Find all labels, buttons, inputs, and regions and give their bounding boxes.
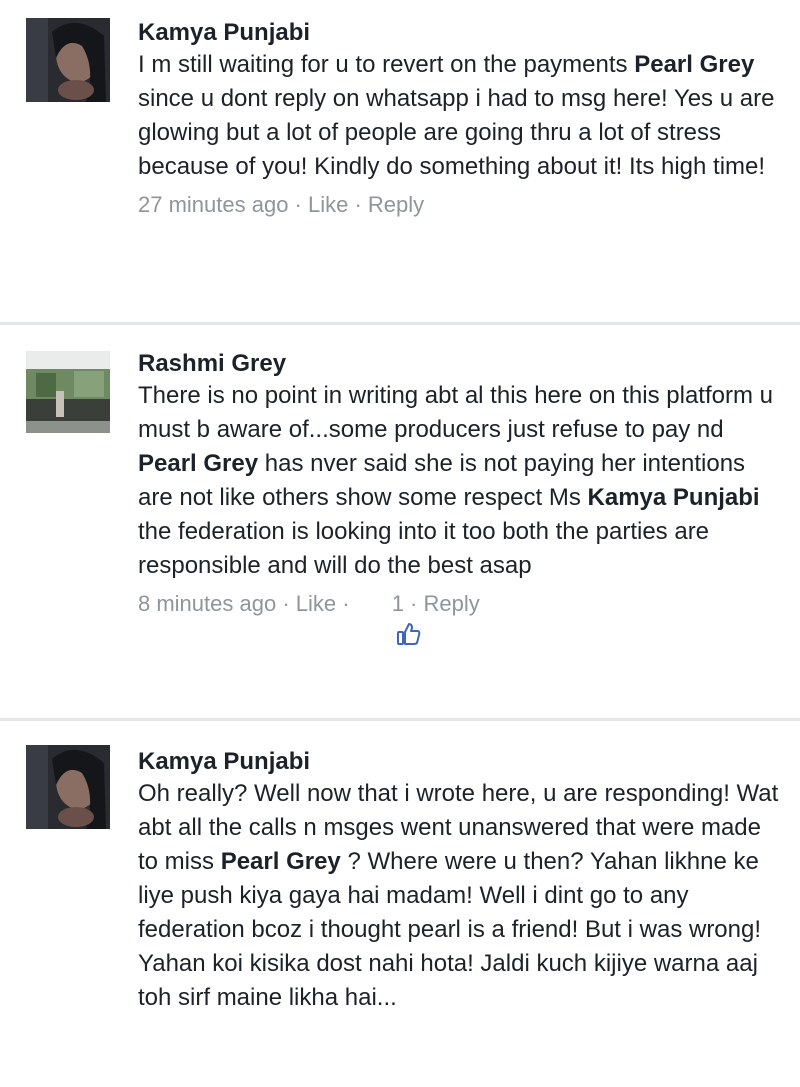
separator: · <box>348 192 368 217</box>
comment-text: There is no point in writing abt al this… <box>138 379 780 583</box>
comment-author[interactable]: Kamya Punjabi <box>138 747 780 777</box>
like-link[interactable]: Like <box>296 589 336 619</box>
avatar[interactable] <box>26 745 110 829</box>
like-count[interactable]: 1 <box>392 589 404 619</box>
reply-link[interactable]: Reply <box>424 589 480 619</box>
comment: Kamya Punjabi I m still waiting for u to… <box>0 0 800 322</box>
reply-link[interactable]: Reply <box>368 190 424 220</box>
comment: Rashmi Grey There is no point in writing… <box>0 322 800 718</box>
comment-meta: 27 minutes ago · Like · Reply <box>138 190 780 220</box>
mention-link[interactable]: Pearl Grey <box>138 450 258 477</box>
separator: · <box>288 192 308 217</box>
comment-text-segment: since u dont reply on whatsapp i had to … <box>138 85 775 180</box>
comment-text-segment: the federation is looking into it too bo… <box>138 518 710 579</box>
avatar[interactable] <box>26 351 110 433</box>
comment-text-segment: There is no point in writing abt al this… <box>138 382 773 443</box>
mention-link[interactable]: Pearl Grey <box>221 848 341 875</box>
comment-meta: 8 minutes ago · Like · 1 · Reply <box>138 589 780 645</box>
separator: · <box>276 591 296 616</box>
mention-link[interactable]: Pearl Grey <box>634 51 754 78</box>
separator: · <box>336 591 356 616</box>
comment-text: I m still waiting for u to revert on the… <box>138 48 780 184</box>
comment: Kamya Punjabi Oh really? Well now that i… <box>0 718 800 1087</box>
separator: · <box>403 591 424 616</box>
mention-link[interactable]: Kamya Punjabi <box>588 484 760 511</box>
avatar[interactable] <box>26 18 110 102</box>
timestamp[interactable]: 27 minutes ago <box>138 190 288 220</box>
like-link[interactable]: Like <box>308 190 348 220</box>
comment-text-segment: I m still waiting for u to revert on the… <box>138 51 635 78</box>
timestamp[interactable]: 8 minutes ago <box>138 589 276 619</box>
comment-text: Oh really? Well now that i wrote here, u… <box>138 777 780 1015</box>
comment-author[interactable]: Rashmi Grey <box>138 349 780 379</box>
thumbs-up-icon[interactable] <box>360 591 421 645</box>
comment-author[interactable]: Kamya Punjabi <box>138 18 780 48</box>
